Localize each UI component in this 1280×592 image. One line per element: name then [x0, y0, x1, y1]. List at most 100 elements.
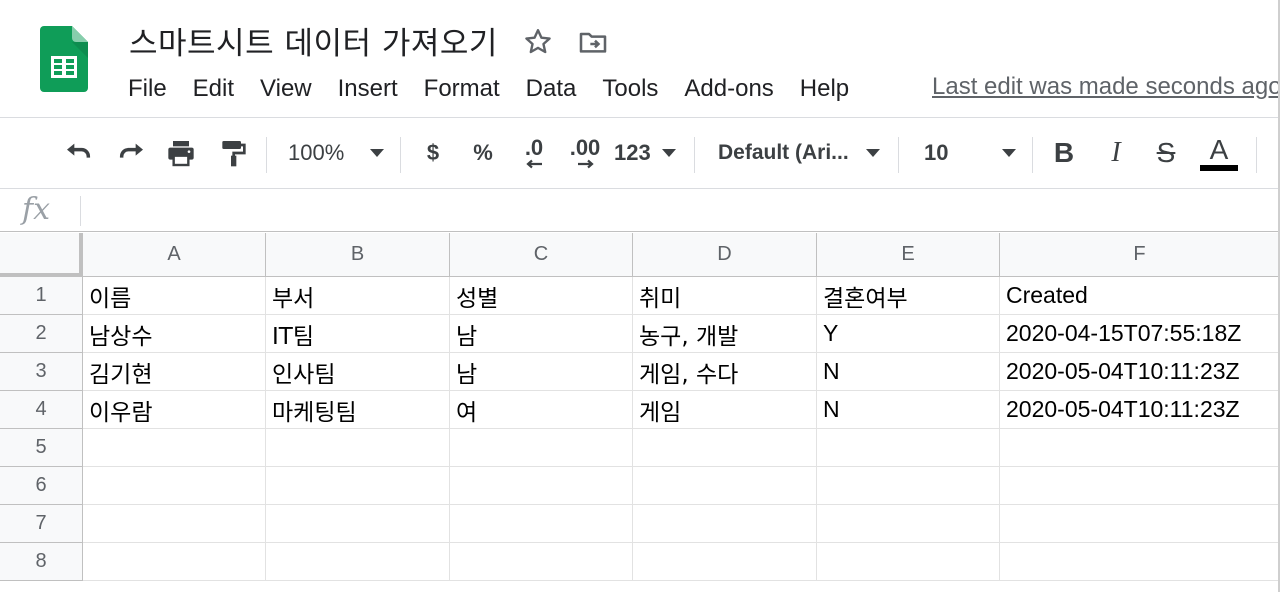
cell-f7[interactable]: [1000, 505, 1280, 543]
text-color-button[interactable]: A: [1198, 133, 1240, 173]
row-header-1[interactable]: 1: [0, 277, 83, 315]
cell-c1[interactable]: 성별: [450, 277, 633, 315]
cell-f2[interactable]: 2020-04-15T07:55:18Z: [1000, 315, 1280, 353]
cell-d6[interactable]: [633, 467, 817, 505]
toolbar-divider: [1032, 137, 1033, 173]
cell-e5[interactable]: [817, 429, 1000, 467]
cell-d7[interactable]: [633, 505, 817, 543]
cell-c2[interactable]: 남: [450, 315, 633, 353]
cell-c4[interactable]: 여: [450, 391, 633, 429]
cell-f3[interactable]: 2020-05-04T10:11:23Z: [1000, 353, 1280, 391]
cell-a4[interactable]: 이우람: [83, 391, 266, 429]
decrease-decimal-button[interactable]: .0: [512, 133, 556, 173]
row-header-4[interactable]: 4: [0, 391, 83, 429]
move-to-folder-icon[interactable]: [576, 26, 610, 58]
sheets-logo-icon[interactable]: [40, 26, 88, 92]
row-header-3[interactable]: 3: [0, 353, 83, 391]
menu-format[interactable]: Format: [424, 75, 500, 103]
toolbar-divider: [694, 137, 695, 173]
cell-f5[interactable]: [1000, 429, 1280, 467]
cell-f1[interactable]: Created: [1000, 277, 1280, 315]
cell-b1[interactable]: 부서: [266, 277, 450, 315]
cell-e8[interactable]: [817, 543, 1000, 581]
column-header-d[interactable]: D: [633, 233, 817, 277]
cell-e4[interactable]: N: [817, 391, 1000, 429]
cell-a1[interactable]: 이름: [83, 277, 266, 315]
column-header-b[interactable]: B: [266, 233, 450, 277]
cell-d5[interactable]: [633, 429, 817, 467]
menu-edit[interactable]: Edit: [193, 75, 234, 103]
cell-d3[interactable]: 게임, 수다: [633, 353, 817, 391]
font-family-select[interactable]: Default (Ari...: [712, 133, 884, 173]
row-header-8[interactable]: 8: [0, 543, 83, 581]
column-header-c[interactable]: C: [450, 233, 633, 277]
percent-format-button[interactable]: %: [466, 133, 500, 173]
last-edit-link[interactable]: Last edit was made seconds ago: [932, 73, 1280, 101]
bold-label: B: [1053, 137, 1075, 168]
cell-c3[interactable]: 남: [450, 353, 633, 391]
menu-tools[interactable]: Tools: [602, 75, 658, 103]
cell-d4[interactable]: 게임: [633, 391, 817, 429]
cell-d1[interactable]: 취미: [633, 277, 817, 315]
star-icon[interactable]: [522, 26, 554, 58]
cell-f4[interactable]: 2020-05-04T10:11:23Z: [1000, 391, 1280, 429]
menu-file[interactable]: File: [128, 75, 167, 103]
cell-b6[interactable]: [266, 467, 450, 505]
strikethrough-button[interactable]: S: [1148, 133, 1184, 173]
cell-f8[interactable]: [1000, 543, 1280, 581]
undo-icon[interactable]: [60, 133, 98, 173]
row-header-5[interactable]: 5: [0, 429, 83, 467]
paint-format-icon[interactable]: [214, 133, 252, 173]
cell-b3[interactable]: 인사팀: [266, 353, 450, 391]
cell-a2[interactable]: 남상수: [83, 315, 266, 353]
cell-e2[interactable]: Y: [817, 315, 1000, 353]
select-all-corner[interactable]: [0, 233, 83, 277]
cell-a7[interactable]: [83, 505, 266, 543]
cell-b2[interactable]: IT팀: [266, 315, 450, 353]
bold-button[interactable]: B: [1046, 133, 1082, 173]
row-header-6[interactable]: 6: [0, 467, 83, 505]
italic-button[interactable]: I: [1098, 133, 1134, 173]
cell-e6[interactable]: [817, 467, 1000, 505]
cell-c5[interactable]: [450, 429, 633, 467]
row-header-7[interactable]: 7: [0, 505, 83, 543]
column-header-f[interactable]: F: [1000, 233, 1280, 277]
cell-e7[interactable]: [817, 505, 1000, 543]
cell-b5[interactable]: [266, 429, 450, 467]
zoom-select[interactable]: 100%: [282, 133, 390, 173]
cell-a3[interactable]: 김기현: [83, 353, 266, 391]
cell-c7[interactable]: [450, 505, 633, 543]
cell-c8[interactable]: [450, 543, 633, 581]
cell-e1[interactable]: 결혼여부: [817, 277, 1000, 315]
font-size-select[interactable]: 10: [918, 133, 1020, 173]
cell-a6[interactable]: [83, 467, 266, 505]
menu-insert[interactable]: Insert: [338, 75, 398, 103]
menu-data[interactable]: Data: [526, 75, 577, 103]
row-header-2[interactable]: 2: [0, 315, 83, 353]
cell-a5[interactable]: [83, 429, 266, 467]
menu-help[interactable]: Help: [800, 75, 849, 103]
arrow-left-icon: [526, 159, 542, 169]
formula-input[interactable]: [90, 194, 1270, 228]
cell-d8[interactable]: [633, 543, 817, 581]
cell-d2[interactable]: 농구, 개발: [633, 315, 817, 353]
more-formats-select[interactable]: 123: [614, 133, 676, 173]
spreadsheet-grid: ABCDEF 12345678 이름 부서 성별 취미 결혼여부 Created 남상수 IT…: [0, 233, 1280, 592]
redo-icon[interactable]: [112, 133, 150, 173]
print-icon[interactable]: [162, 133, 200, 173]
cell-a8[interactable]: [83, 543, 266, 581]
column-header-e[interactable]: E: [817, 233, 1000, 277]
cell-b7[interactable]: [266, 505, 450, 543]
currency-format-button[interactable]: $: [416, 133, 450, 173]
cell-f6[interactable]: [1000, 467, 1280, 505]
cell-e3[interactable]: N: [817, 353, 1000, 391]
menu-view[interactable]: View: [260, 75, 312, 103]
increase-decimal-button[interactable]: .00: [562, 133, 608, 173]
document-title[interactable]: 스마트시트 데이터 가져오기: [129, 18, 498, 63]
cell-b8[interactable]: [266, 543, 450, 581]
column-header-a[interactable]: A: [83, 233, 266, 277]
more-formats-label: 123: [614, 140, 651, 165]
menu-addons[interactable]: Add-ons: [684, 75, 773, 103]
cell-b4[interactable]: 마케팅팀: [266, 391, 450, 429]
cell-c6[interactable]: [450, 467, 633, 505]
